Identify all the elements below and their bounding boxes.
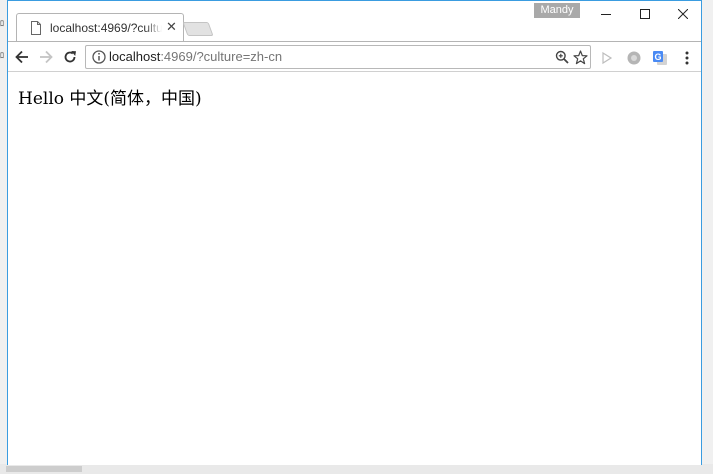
close-button[interactable] bbox=[663, 1, 703, 27]
browser-window: localhost:4969/?culture=zh-cn ✕ Mandy bbox=[7, 0, 702, 465]
minimize-icon bbox=[601, 14, 611, 15]
profile-button[interactable]: Mandy bbox=[534, 3, 580, 18]
page-content: Hello 中文(简体，中国) bbox=[8, 72, 701, 465]
star-icon bbox=[572, 49, 588, 64]
tab-title: localhost:4969/?culture=zh-cn bbox=[50, 20, 162, 35]
translate-icon: G bbox=[653, 51, 667, 65]
title-bar: localhost:4969/?culture=zh-cn ✕ Mandy bbox=[8, 1, 703, 42]
background-glyph: ﾛ bbox=[0, 51, 4, 60]
extension-icon bbox=[627, 51, 641, 65]
cast-icon bbox=[602, 51, 613, 65]
background-glyph: ﾛ bbox=[0, 19, 4, 28]
minimize-button[interactable] bbox=[586, 1, 626, 27]
info-icon[interactable] bbox=[91, 49, 107, 65]
zoom-button[interactable] bbox=[554, 49, 570, 65]
cast-button[interactable] bbox=[598, 49, 616, 67]
tab-close-icon[interactable]: ✕ bbox=[166, 21, 177, 34]
back-button[interactable] bbox=[11, 46, 33, 68]
zoom-icon bbox=[555, 50, 569, 64]
background-window-right bbox=[701, 0, 713, 474]
browser-toolbar: localhost:4969/?culture=zh-cn G bbox=[8, 41, 701, 72]
menu-button[interactable] bbox=[678, 49, 696, 67]
forward-button[interactable] bbox=[35, 46, 57, 68]
maximize-button[interactable] bbox=[625, 1, 665, 27]
tab-active[interactable]: localhost:4969/?culture=zh-cn ✕ bbox=[24, 14, 184, 41]
url-text[interactable]: localhost:4969/?culture=zh-cn bbox=[109, 46, 282, 68]
close-icon bbox=[678, 9, 688, 19]
bookmark-button[interactable] bbox=[572, 49, 588, 65]
address-bar[interactable]: localhost:4969/?culture=zh-cn bbox=[85, 45, 591, 69]
url-path: :4969/?culture=zh-cn bbox=[160, 49, 283, 64]
page-text: Hello 中文(简体，中国) bbox=[18, 89, 202, 109]
svg-text:G: G bbox=[654, 52, 661, 62]
menu-icon bbox=[685, 51, 689, 65]
url-host: localhost bbox=[109, 49, 161, 64]
new-tab-button[interactable] bbox=[182, 22, 214, 36]
extension-button[interactable] bbox=[625, 49, 643, 67]
reload-button[interactable] bbox=[59, 46, 81, 68]
reload-icon bbox=[64, 51, 76, 63]
back-arrow-icon bbox=[15, 50, 28, 64]
forward-arrow-icon bbox=[40, 50, 53, 64]
scrollbar-thumb[interactable] bbox=[6, 466, 82, 472]
maximize-icon bbox=[640, 9, 650, 19]
background-scrollbar[interactable] bbox=[0, 464, 713, 474]
translate-button[interactable]: G bbox=[651, 49, 669, 67]
page-icon bbox=[31, 20, 41, 35]
